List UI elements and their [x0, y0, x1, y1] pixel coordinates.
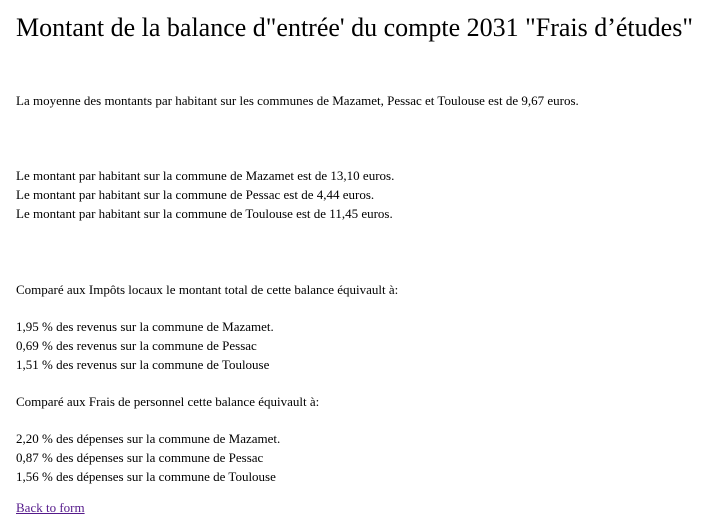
personnel-item-pessac: 0,87 % des dépenses sur la commune de Pe…: [16, 450, 264, 465]
per-inhabitant-mazamet: Le montant par habitant sur la commune d…: [16, 168, 395, 183]
per-inhabitant-pessac: Le montant par habitant sur la commune d…: [16, 187, 375, 202]
per-inhabitant-toulouse: Le montant par habitant sur la commune d…: [16, 206, 393, 221]
page-title: Montant de la balance d"entrée' du compt…: [16, 13, 693, 42]
back-to-form-link[interactable]: Back to form: [16, 500, 85, 515]
impots-heading: Comparé aux Impôts locaux le montant tot…: [16, 282, 399, 297]
personnel-item-mazamet: 2,20 % des dépenses sur la commune de Ma…: [16, 431, 281, 446]
impots-item-pessac: 0,69 % des revenus sur la commune de Pes…: [16, 338, 257, 353]
personnel-item-toulouse: 1,56 % des dépenses sur la commune de To…: [16, 469, 276, 484]
average-text: La moyenne des montants par habitant sur…: [16, 93, 579, 108]
personnel-heading: Comparé aux Frais de personnel cette bal…: [16, 394, 320, 409]
impots-item-mazamet: 1,95 % des revenus sur la commune de Maz…: [16, 319, 274, 334]
impots-item-toulouse: 1,51 % des revenus sur la commune de Tou…: [16, 357, 270, 372]
